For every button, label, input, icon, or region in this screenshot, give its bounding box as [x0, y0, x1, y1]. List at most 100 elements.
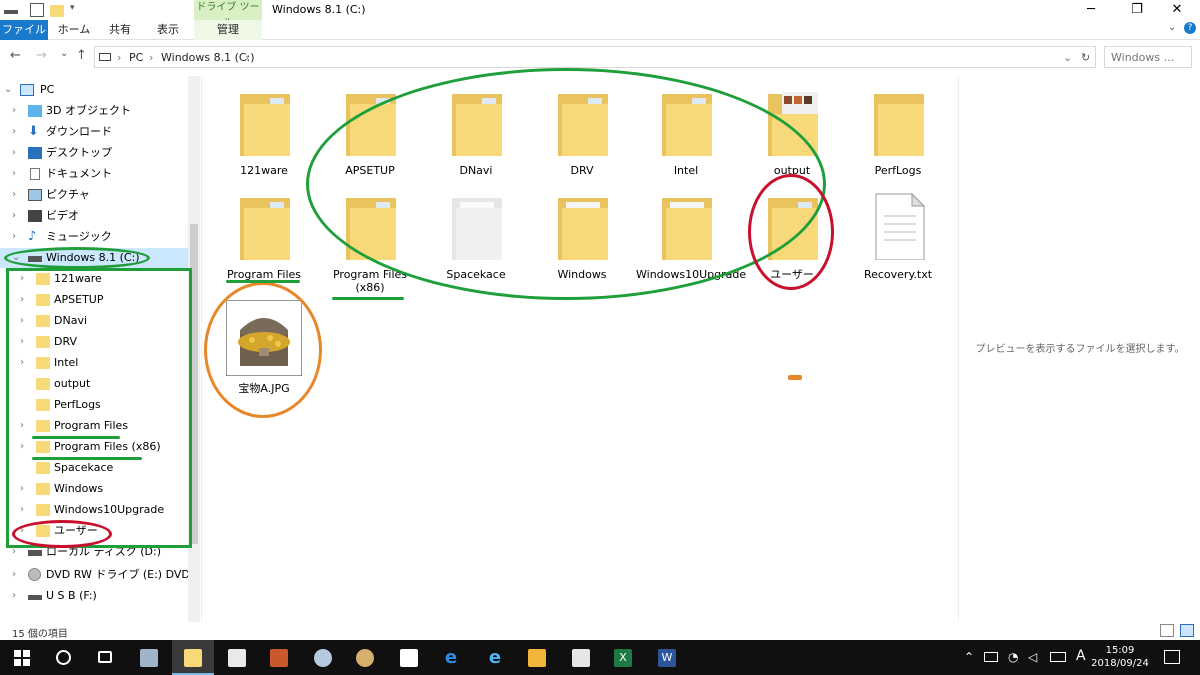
folder-item[interactable]: DRV — [532, 76, 632, 186]
breadcrumb-pc[interactable]: PC — [129, 51, 143, 64]
up-button[interactable]: ↑ — [76, 48, 87, 63]
app-icon — [140, 649, 158, 667]
orange-mark — [788, 375, 802, 380]
refresh-button[interactable]: ↻ — [1081, 51, 1090, 64]
folder-item[interactable]: output — [742, 76, 842, 186]
task-view-button[interactable] — [84, 640, 126, 675]
taskbar-excel[interactable]: X — [602, 640, 644, 675]
close-button[interactable]: ✕ — [1154, 0, 1200, 20]
tab-view[interactable]: 表示 — [146, 20, 190, 40]
taskbar-word[interactable]: W — [646, 640, 688, 675]
nav-item-desktop[interactable]: › デスクトップ — [0, 143, 188, 163]
taskbar-app[interactable] — [258, 640, 300, 675]
ime-indicator[interactable]: A — [1076, 648, 1086, 664]
tab-home[interactable]: ホーム — [52, 20, 96, 40]
clock-date: 2018/09/24 — [1091, 658, 1149, 669]
folder-item[interactable]: Windows10Upgrade — [636, 180, 746, 290]
breadcrumb-drive[interactable]: Windows 8.1 (C:) — [161, 51, 255, 64]
tab-manage[interactable]: 管理 — [194, 20, 262, 40]
nav-item-3d-objects[interactable]: › 3D オブジェクト — [0, 101, 188, 121]
taskbar-store[interactable] — [216, 640, 258, 675]
store-icon — [228, 649, 246, 667]
tab-share[interactable]: 共有 — [100, 20, 140, 40]
chevron-down-icon[interactable]: ▾ — [70, 3, 84, 17]
nav-item-documents[interactable]: › ドキュメント — [0, 164, 188, 184]
address-bar[interactable]: › PC › Windows 8.1 (C:) › ⌄ ↻ — [94, 46, 1096, 68]
details-view-icon[interactable] — [1160, 624, 1174, 637]
expand-ribbon-icon[interactable]: ⌄ — [1168, 22, 1176, 33]
clock[interactable]: 15:09 2018/09/24 — [1090, 644, 1150, 670]
explorer-window: ▾ ドライブ ツール Windows 8.1 (C:) ─ ❐ ✕ ファイル ホ… — [0, 0, 1200, 640]
folder-item[interactable]: Spacekace — [426, 180, 526, 290]
large-icons-view-icon[interactable] — [1180, 624, 1194, 637]
folder-item[interactable]: ユーザー — [742, 180, 842, 290]
folder-item[interactable]: DNavi — [426, 76, 526, 186]
wifi-icon[interactable]: ◔ — [1008, 650, 1018, 664]
chevron-up-icon[interactable]: ⌃ — [964, 650, 974, 664]
desktop-icon — [28, 147, 42, 159]
3d-objects-icon — [28, 105, 42, 117]
minimize-button[interactable]: ─ — [1068, 0, 1114, 20]
nav-item-dvd-e[interactable]: › DVD RW ドライブ (E:) DVD — [0, 565, 190, 585]
battery-icon[interactable] — [984, 652, 998, 662]
search-input[interactable]: Windows ... — [1104, 46, 1192, 68]
item-count: 15 個の項目 — [12, 629, 68, 640]
nav-item-pictures[interactable]: › ピクチャ — [0, 185, 188, 205]
nav-item-usb-f[interactable]: › U S B (F:) — [0, 586, 188, 606]
taskbar-app[interactable] — [560, 640, 602, 675]
new-folder-icon[interactable] — [50, 3, 64, 17]
nav-item-pc[interactable]: ⌄ PC — [0, 80, 188, 100]
taskbar-app[interactable] — [388, 640, 430, 675]
taskbar-app[interactable] — [302, 640, 344, 675]
folder-icon — [452, 198, 502, 260]
help-icon[interactable]: ? — [1184, 22, 1196, 34]
app-icon — [572, 649, 590, 667]
properties-icon[interactable] — [30, 3, 44, 17]
forward-button[interactable]: → — [36, 48, 47, 63]
video-icon — [28, 210, 42, 222]
tab-file[interactable]: ファイル — [0, 20, 48, 40]
folder-item[interactable]: Intel — [636, 76, 736, 186]
nav-item-music[interactable]: › ♪ ミュージック — [0, 227, 188, 247]
nav-item-drive-c[interactable]: ⌄ Windows 8.1 (C:) — [0, 248, 188, 268]
notification-icon[interactable] — [1164, 650, 1180, 664]
image-file-item[interactable]: 宝物A.JPG — [214, 294, 314, 404]
breadcrumb-separator[interactable]: › — [117, 51, 121, 64]
folder-item[interactable]: Program Files — [214, 180, 314, 290]
folder-icon — [768, 198, 818, 260]
drive-tools-context-label: ドライブ ツール — [194, 0, 262, 29]
sticky-notes-icon — [400, 649, 418, 667]
nav-item-downloads[interactable]: › ⬇ ダウンロード — [0, 122, 188, 142]
palette-icon — [356, 649, 374, 667]
breadcrumb-separator[interactable]: › — [149, 51, 153, 64]
taskbar-app[interactable] — [344, 640, 386, 675]
cortana-button[interactable] — [42, 640, 84, 675]
taskbar-edge[interactable]: e — [430, 640, 472, 675]
back-button[interactable]: ← — [10, 48, 21, 63]
folder-item[interactable]: Program Files (x86) — [320, 180, 420, 294]
folder-item[interactable]: APSETUP — [320, 76, 420, 186]
taskbar-app[interactable] — [128, 640, 170, 675]
start-button[interactable] — [0, 640, 42, 675]
recent-locations-button[interactable]: ⌄ — [60, 48, 68, 59]
taskbar-internet-explorer[interactable]: e — [474, 640, 516, 675]
folder-item[interactable]: PerfLogs — [848, 76, 948, 186]
folder-icon — [662, 198, 712, 260]
address-dropdown-icon[interactable]: ⌄ — [1063, 51, 1072, 64]
taskbar-app[interactable] — [516, 640, 558, 675]
file-item[interactable]: Recovery.txt — [848, 180, 948, 290]
breadcrumb-separator[interactable]: › — [245, 51, 249, 64]
system-menu-icon[interactable] — [4, 10, 18, 14]
edge-icon: e — [444, 647, 458, 668]
keyboard-icon[interactable] — [1050, 652, 1066, 662]
green-underline — [332, 297, 404, 300]
preview-pane: プレビューを表示するファイルを選択します。 — [958, 76, 1200, 622]
folder-item[interactable]: Windows — [532, 180, 632, 290]
folder-icon — [558, 94, 608, 156]
nav-item-videos[interactable]: › ビデオ — [0, 206, 188, 226]
toolbox-icon — [270, 649, 288, 667]
taskbar-file-explorer[interactable] — [172, 640, 214, 675]
folder-item[interactable]: 121ware — [214, 76, 314, 186]
internet-explorer-icon: e — [488, 647, 502, 668]
volume-icon[interactable]: ◁ — [1028, 650, 1037, 664]
